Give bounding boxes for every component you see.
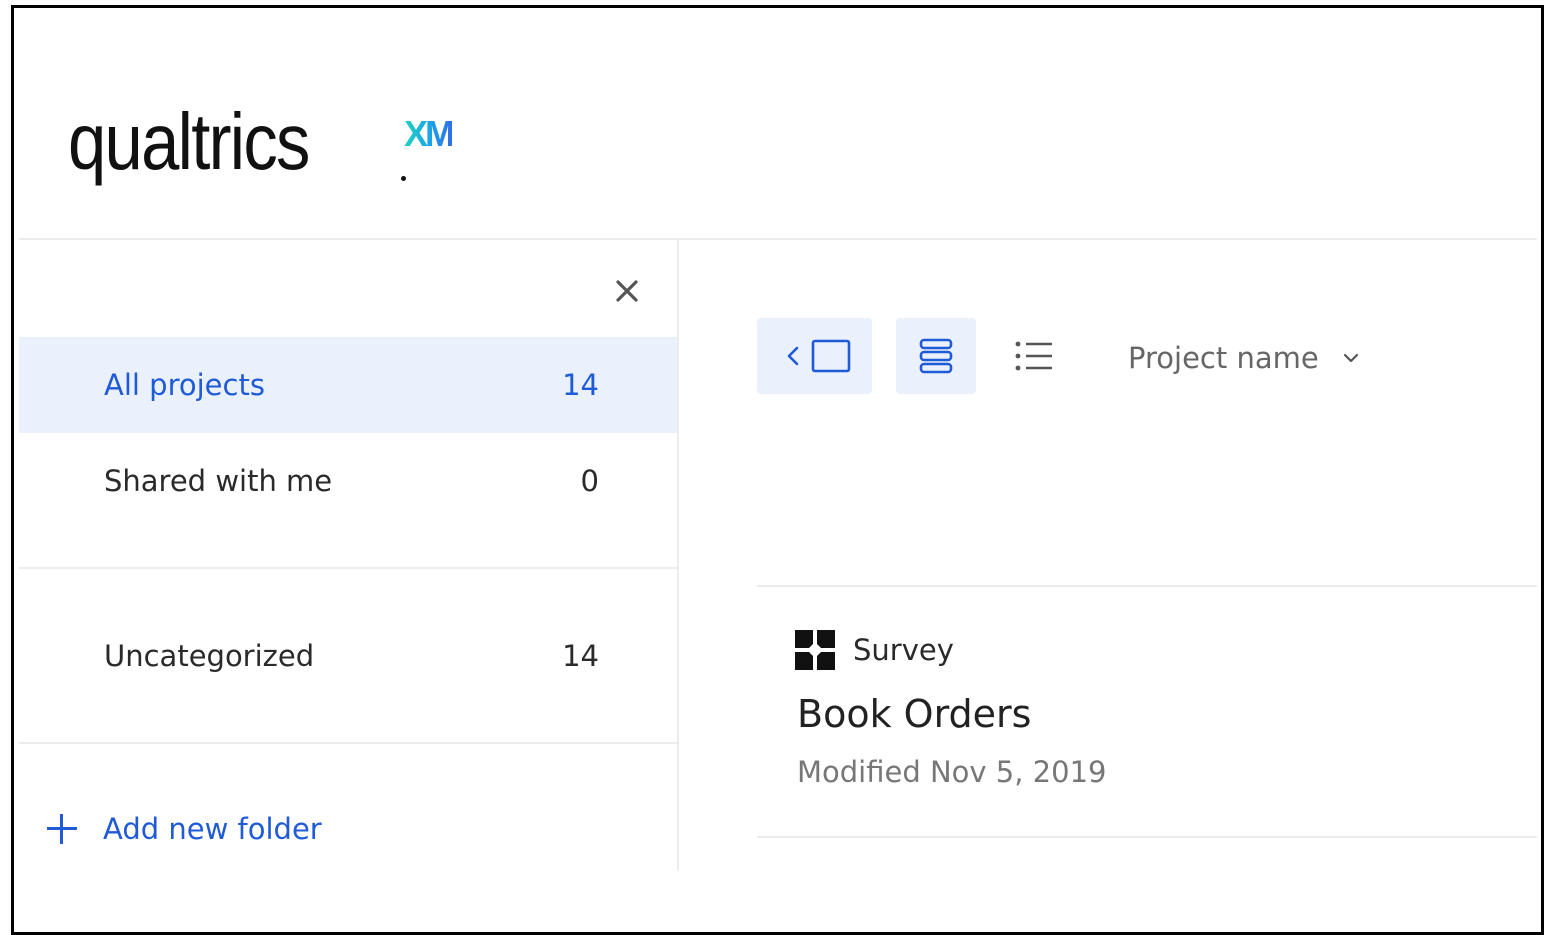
survey-icon [795,630,835,670]
sidebar-item-count: 14 [562,368,599,402]
content-divider [757,836,1537,838]
project-type-label: Survey [853,633,954,667]
sidebar-item-uncategorized[interactable]: Uncategorized 14 [19,608,677,704]
add-folder-label: Add new folder [103,812,322,846]
sidebar-item-shared-with-me[interactable]: Shared with me 0 [19,433,677,529]
sidebar-divider [19,742,677,744]
card-view-button[interactable] [896,318,976,394]
close-icon [616,280,638,302]
logo-wordmark: qualtrics [68,97,310,186]
sidebar-item-count: 14 [562,639,599,673]
content-divider [757,585,1537,587]
add-new-folder-button[interactable]: Add new folder [47,812,322,846]
plus-icon [47,814,77,844]
sort-dropdown[interactable]: Project name [1128,338,1361,378]
sidebar-item-label: Uncategorized [104,639,315,673]
qualtrics-logo: qualtrics XM [68,97,455,212]
sort-label: Project name [1128,341,1319,375]
list-view-button[interactable] [994,318,1074,394]
chevron-left-panel-icon [787,339,850,373]
toggle-sidebar-button[interactable] [757,318,872,394]
logo-xm-mark: XM [404,113,455,154]
project-type: Survey [795,630,954,670]
list-icon [1015,341,1052,371]
sidebar-item-label: All projects [104,368,265,402]
close-sidebar-button[interactable] [609,274,645,310]
chevron-down-icon [1343,353,1358,363]
project-modified-date: Modified Nov 5, 2019 [797,755,1107,789]
stacked-rows-icon [919,338,953,374]
sidebar-divider [19,567,677,569]
project-title[interactable]: Book Orders [797,692,1031,736]
project-card[interactable]: Survey Book Orders Modified Nov 5, 2019 [757,590,1537,838]
app-window: qualtrics XM All projects 14 Shared with… [11,5,1544,935]
logo-dot [401,176,406,181]
sidebar-item-all-projects[interactable]: All projects 14 [19,337,677,433]
sidebar-item-label: Shared with me [104,464,333,498]
sidebar-item-count: 0 [580,464,599,498]
folders-sidebar: All projects 14 Shared with me 0 Uncateg… [19,240,679,870]
